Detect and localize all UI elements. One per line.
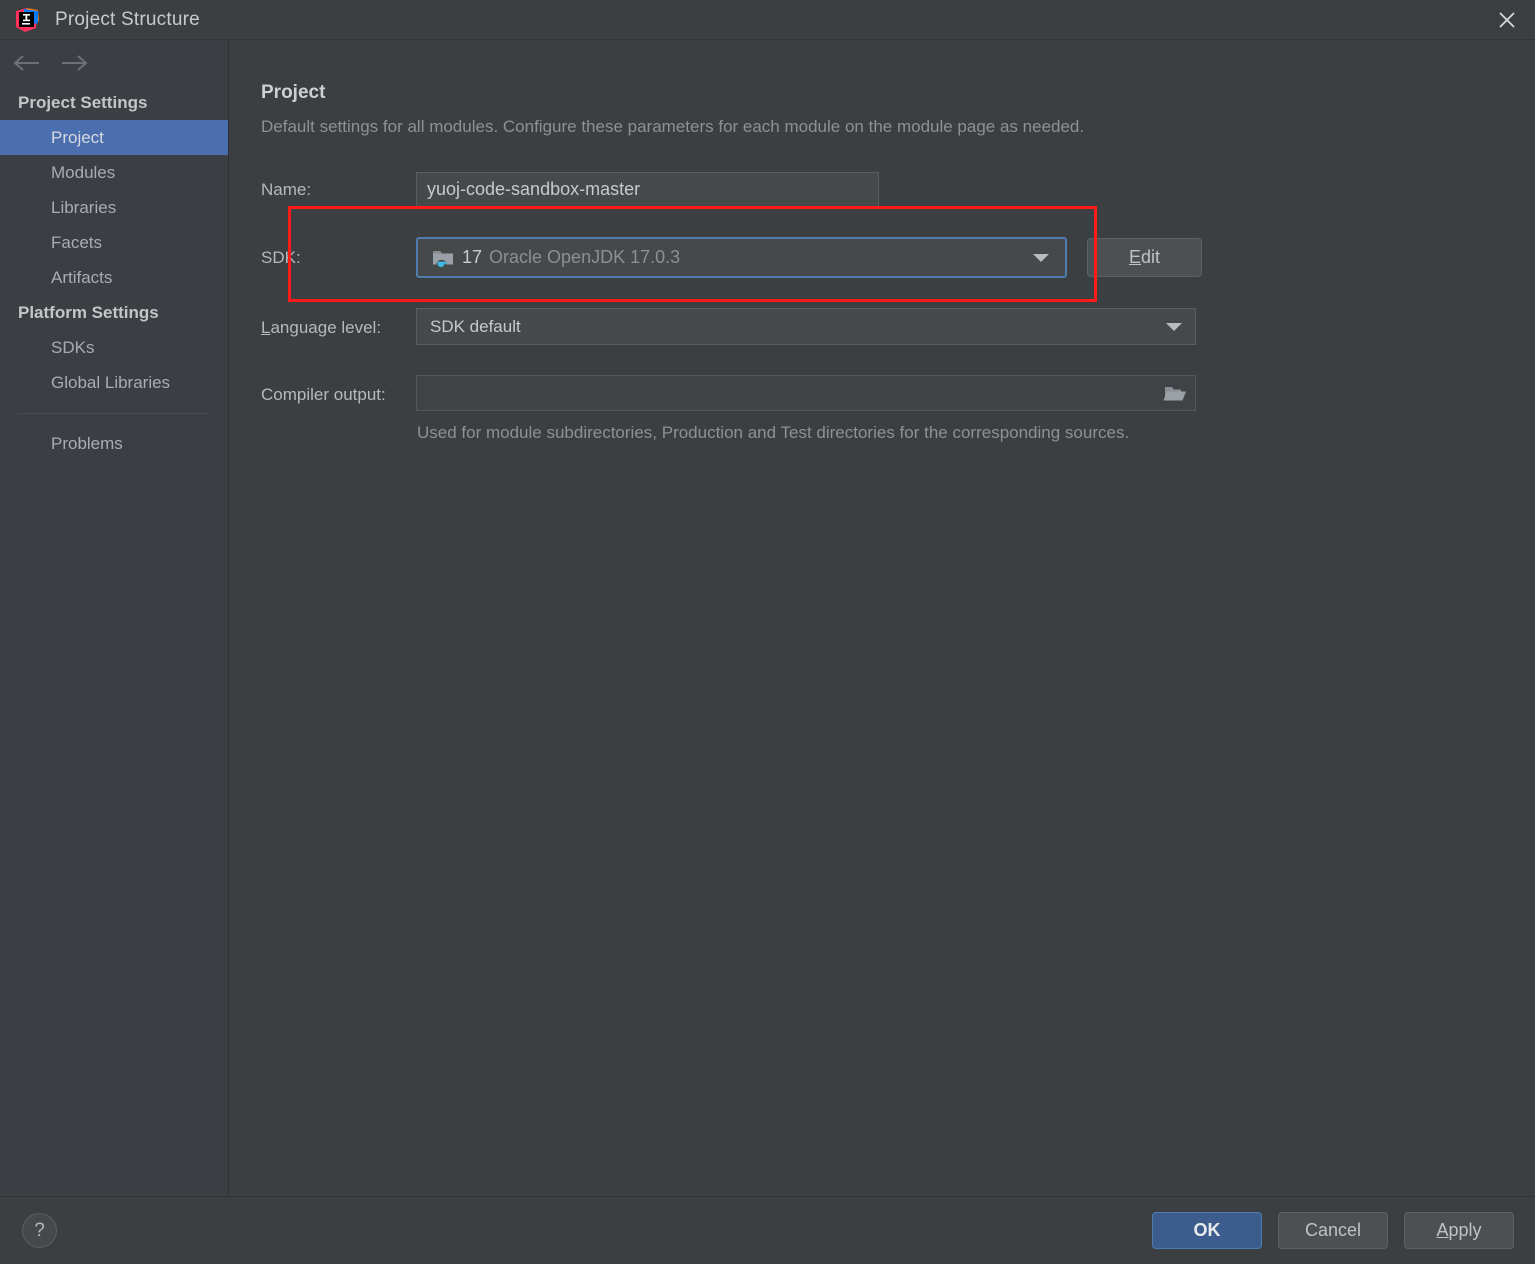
close-icon xyxy=(1499,11,1515,28)
sidebar-item-label: SDKs xyxy=(51,338,95,357)
folder-open-icon xyxy=(1163,387,1186,401)
sidebar-item-label: Modules xyxy=(51,163,116,182)
sidebar-item-problems[interactable]: Problems xyxy=(0,426,228,461)
sidebar-item-sdks[interactable]: SDKs xyxy=(0,330,228,365)
forward-button[interactable] xyxy=(59,54,89,72)
sidebar-item-label: Global Libraries xyxy=(51,373,171,392)
intellij-idea-logo-icon xyxy=(14,7,40,33)
sdk-dropdown[interactable]: 17 Oracle OpenJDK 17.0.3 xyxy=(416,237,1067,278)
sidebar-item-artifacts[interactable]: Artifacts xyxy=(0,260,228,295)
sidebar-item-project[interactable]: Project xyxy=(0,120,228,155)
sidebar-item-label: Artifacts xyxy=(51,268,113,287)
dialog-footer: ? OK Cancel Apply xyxy=(0,1196,1535,1264)
sdk-name: Oracle OpenJDK 17.0.3 xyxy=(489,247,681,267)
sidebar-item-label: Libraries xyxy=(51,198,117,217)
compiler-output-label: Compiler output: xyxy=(261,385,386,404)
back-button[interactable] xyxy=(12,54,42,72)
ok-button[interactable]: OK xyxy=(1152,1212,1262,1249)
sidebar-item-label: Facets xyxy=(51,233,103,252)
sidebar-item-libraries[interactable]: Libraries xyxy=(0,190,228,225)
page-title: Project xyxy=(261,82,326,103)
language-level-value: SDK default xyxy=(430,316,521,336)
browse-compiler-output-button[interactable] xyxy=(1155,376,1195,410)
page-description: Default settings for all modules. Config… xyxy=(261,117,1085,136)
help-button[interactable]: ? xyxy=(22,1213,57,1248)
chevron-down-icon xyxy=(1033,253,1049,262)
language-level-dropdown[interactable]: SDK default xyxy=(416,308,1196,345)
sidebar-divider xyxy=(18,413,210,414)
main-panel: Project Default settings for all modules… xyxy=(230,41,1535,1195)
title-bar: Project Structure xyxy=(0,0,1535,40)
sdk-label: SDK: xyxy=(261,248,301,267)
arrow-right-icon xyxy=(62,55,88,71)
arrow-left-icon xyxy=(13,55,39,71)
chevron-down-icon xyxy=(1166,322,1182,331)
cancel-button[interactable]: Cancel xyxy=(1278,1212,1388,1249)
sdk-version: 17 xyxy=(462,247,483,267)
sidebar-item-facets[interactable]: Facets xyxy=(0,225,228,260)
language-level-label: Language level: xyxy=(261,318,382,337)
edit-sdk-button[interactable]: Edit xyxy=(1087,238,1202,277)
sidebar-group-project-settings: Project Settings xyxy=(18,93,148,112)
help-icon: ? xyxy=(34,1219,45,1241)
compiler-output-hint: Used for module subdirectories, Producti… xyxy=(417,423,1130,442)
sidebar-group-platform-settings: Platform Settings xyxy=(18,303,159,322)
compiler-output-input[interactable] xyxy=(428,382,1155,404)
sidebar-item-label: Project xyxy=(51,128,104,147)
project-name-input[interactable] xyxy=(416,172,879,207)
window-title: Project Structure xyxy=(55,8,200,30)
project-structure-dialog: Project Structure Project Settings Proje… xyxy=(0,0,1535,1264)
compiler-output-field xyxy=(416,375,1196,411)
sidebar-item-label: Problems xyxy=(51,434,123,453)
navigation-arrows xyxy=(0,41,228,85)
apply-button[interactable]: Apply xyxy=(1404,1212,1514,1249)
sidebar-item-modules[interactable]: Modules xyxy=(0,155,228,190)
sidebar-item-global-libraries[interactable]: Global Libraries xyxy=(0,365,228,400)
close-button[interactable] xyxy=(1479,0,1535,39)
java-sdk-folder-icon xyxy=(432,248,454,268)
sidebar: Project Settings Project Modules Librari… xyxy=(0,41,229,1195)
name-label: Name: xyxy=(261,180,312,199)
